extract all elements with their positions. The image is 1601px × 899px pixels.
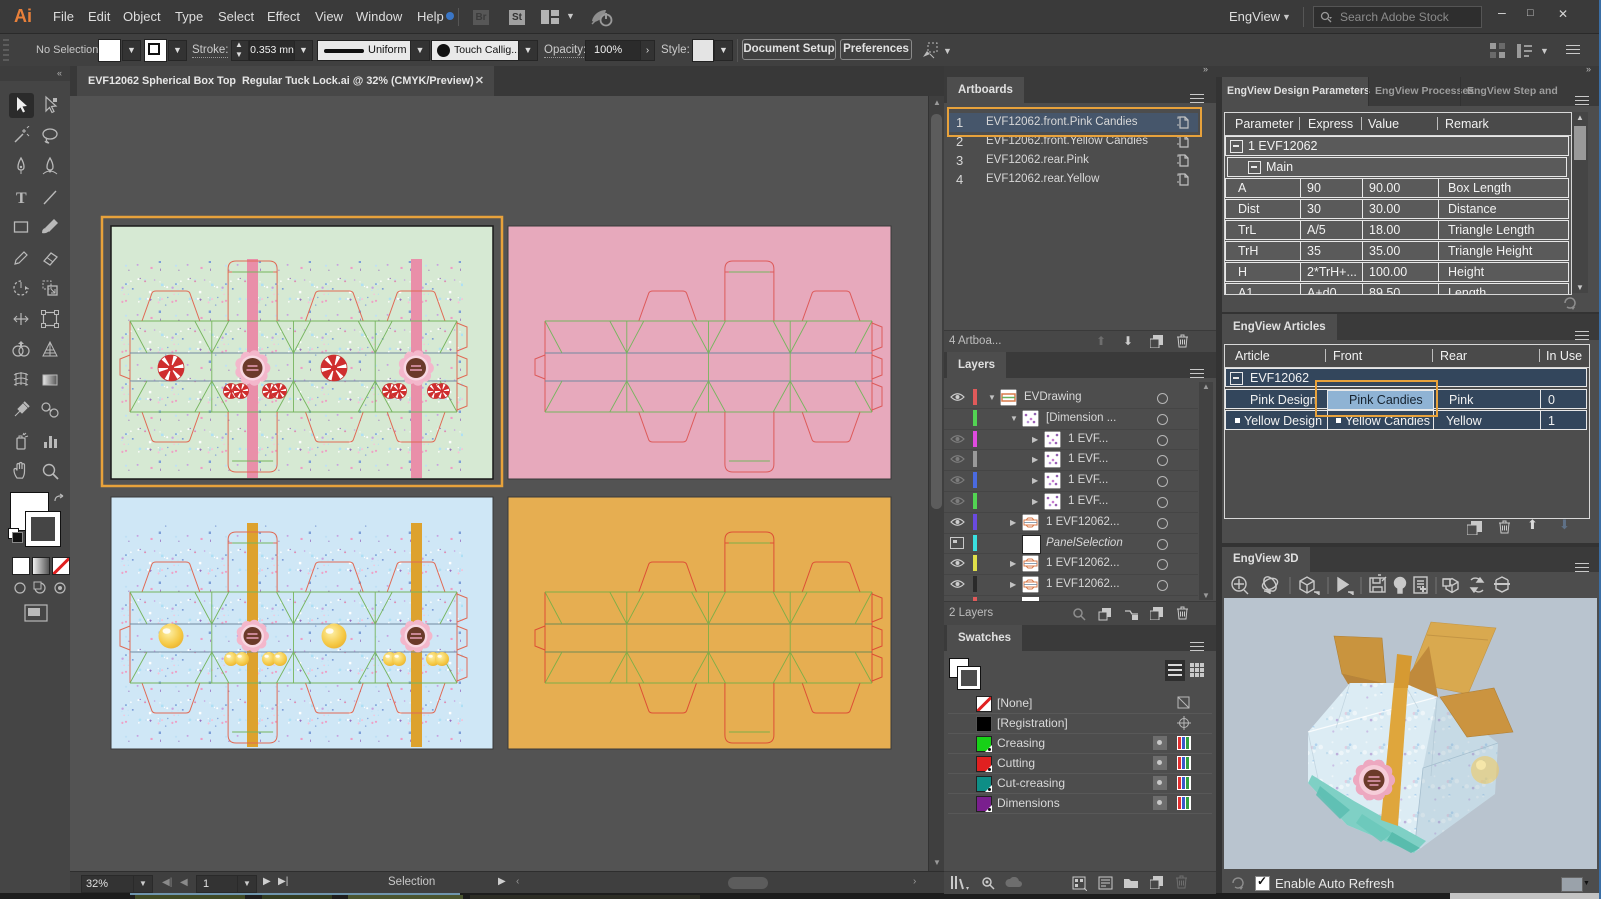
svg-text:T: T bbox=[16, 190, 27, 207]
